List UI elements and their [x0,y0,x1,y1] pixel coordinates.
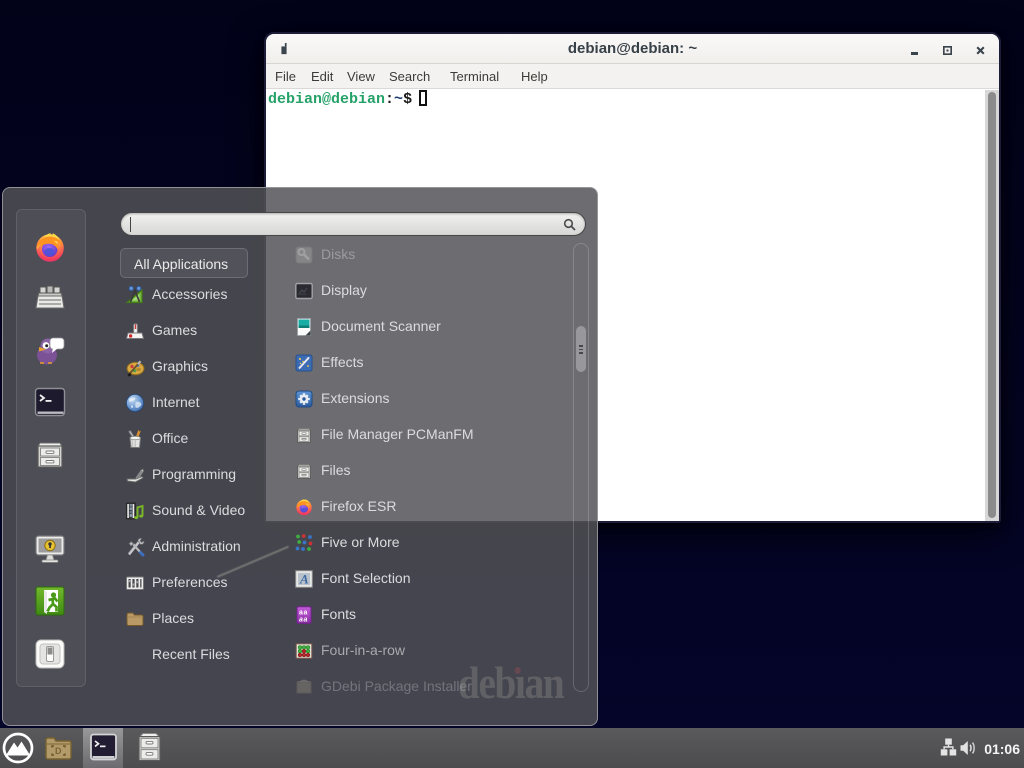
svg-text:a a: a a [299,610,307,617]
svg-text:D: D [55,746,62,756]
svg-text:A: A [299,572,309,587]
svg-text:a a: a a [299,617,307,624]
